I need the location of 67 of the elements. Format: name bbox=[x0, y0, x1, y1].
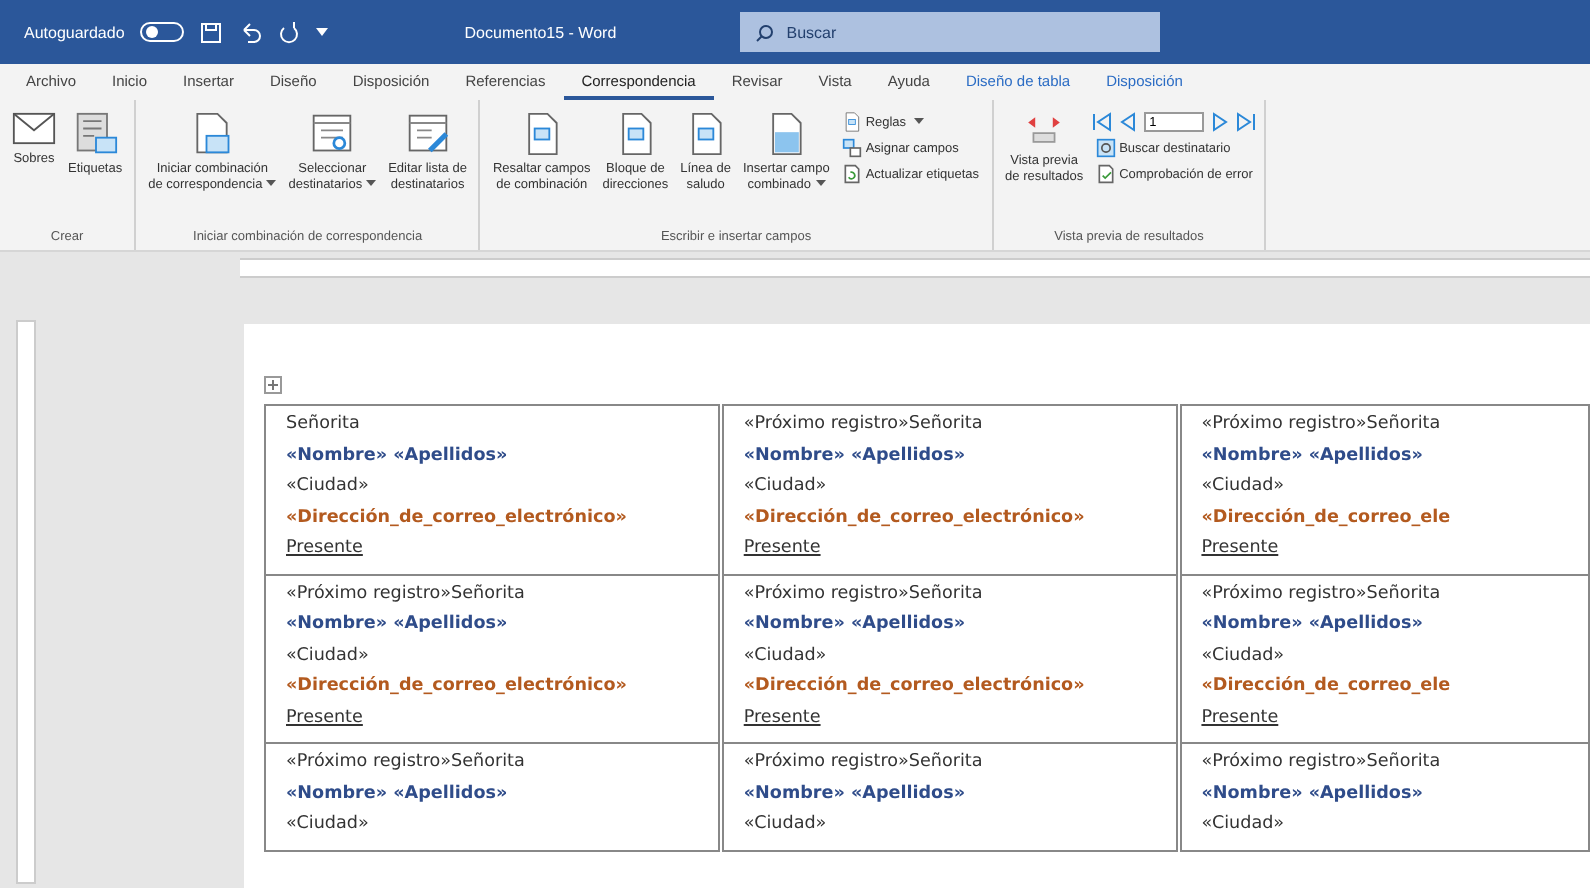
closing-text: Presente bbox=[1201, 705, 1281, 731]
search-field[interactable]: Buscar bbox=[740, 12, 1161, 52]
greeting-text: «Próximo registro»Señorita bbox=[743, 581, 985, 607]
list-pencil-icon bbox=[405, 112, 450, 156]
document-envelope-icon bbox=[190, 112, 235, 156]
greeting-text: «Próximo registro»Señorita bbox=[1201, 750, 1443, 776]
caret-icon bbox=[815, 180, 826, 189]
closing-text: Presente bbox=[743, 536, 823, 562]
city-field: «Ciudad» bbox=[286, 641, 698, 672]
search-icon bbox=[1095, 138, 1116, 158]
caret-icon bbox=[914, 118, 925, 126]
customize-caret-icon[interactable] bbox=[316, 28, 329, 36]
email-field: «Dirección_de_correo_electrónico» bbox=[286, 503, 698, 534]
name-field: «Nombre» «Apellidos» bbox=[1201, 779, 1568, 810]
list-search-icon bbox=[310, 112, 355, 156]
table-move-handle-icon[interactable] bbox=[264, 376, 282, 394]
email-field: «Dirección_de_correo_electrónico» bbox=[743, 672, 1156, 703]
closing-text: Presente bbox=[286, 536, 365, 562]
email-field: «Dirección_de_correo_electrónico» bbox=[743, 503, 1156, 534]
closing-text: Presente bbox=[1201, 536, 1281, 562]
closing-text: Presente bbox=[743, 705, 823, 731]
greeting-text: «Próximo registro»Señorita bbox=[286, 581, 527, 607]
autosave-label: Autoguardado bbox=[24, 23, 125, 41]
name-field: «Nombre» «Apellidos» bbox=[743, 610, 1156, 641]
first-record-icon[interactable] bbox=[1091, 112, 1112, 132]
name-field: «Nombre» «Apellidos» bbox=[286, 779, 698, 810]
autosave-toggle[interactable] bbox=[140, 22, 185, 42]
city-field: «Ciudad» bbox=[743, 641, 1156, 672]
city-field: «Ciudad» bbox=[1201, 810, 1568, 841]
greeting-text: Señorita bbox=[286, 412, 362, 438]
email-field: «Dirección_de_correo_ele bbox=[1201, 503, 1568, 534]
document-check-icon bbox=[1095, 164, 1116, 184]
greeting-text: «Próximo registro»Señorita bbox=[743, 412, 985, 438]
name-field: «Nombre» «Apellidos» bbox=[1201, 610, 1568, 641]
email-field: «Dirección_de_correo_electrónico» bbox=[286, 672, 698, 703]
city-field: «Ciudad» bbox=[743, 472, 1156, 503]
caret-icon bbox=[366, 180, 377, 189]
name-field: «Nombre» «Apellidos» bbox=[743, 441, 1156, 472]
caret-icon bbox=[266, 180, 277, 189]
envelope-icon bbox=[12, 112, 56, 145]
previous-record-icon[interactable] bbox=[1117, 112, 1138, 132]
greeting-text: «Próximo registro»Señorita bbox=[743, 750, 985, 776]
greeting-text: «Próximo registro»Señorita bbox=[286, 750, 527, 776]
name-field: «Nombre» «Apellidos» bbox=[286, 441, 698, 472]
labels-icon bbox=[73, 112, 118, 156]
name-field: «Nombre» «Apellidos» bbox=[743, 779, 1156, 810]
document-title: Documento15 - Word bbox=[464, 23, 619, 41]
last-record-icon[interactable] bbox=[1235, 112, 1256, 132]
city-field: «Ciudad» bbox=[286, 472, 698, 503]
name-field: «Nombre» «Apellidos» bbox=[1201, 441, 1568, 472]
city-field: «Ciudad» bbox=[286, 810, 698, 841]
save-icon[interactable] bbox=[200, 21, 223, 43]
city-field: «Ciudad» bbox=[743, 810, 1156, 841]
document-icon bbox=[841, 112, 862, 132]
name-field: «Nombre» «Apellidos» bbox=[286, 610, 698, 641]
fields-icon bbox=[841, 138, 862, 158]
next-record-icon[interactable] bbox=[1209, 112, 1230, 132]
city-field: «Ciudad» bbox=[1201, 641, 1568, 672]
closing-text: Presente bbox=[286, 705, 365, 731]
greeting-text: «Próximo registro»Señorita bbox=[1201, 412, 1443, 438]
redo-icon[interactable] bbox=[278, 21, 301, 43]
city-field: «Ciudad» bbox=[1201, 472, 1568, 503]
refresh-icon bbox=[841, 164, 862, 184]
search-icon bbox=[756, 23, 775, 41]
greeting-text: «Próximo registro»Señorita bbox=[1201, 581, 1443, 607]
email-field: «Dirección_de_correo_ele bbox=[1201, 672, 1568, 703]
undo-icon[interactable] bbox=[238, 21, 263, 43]
